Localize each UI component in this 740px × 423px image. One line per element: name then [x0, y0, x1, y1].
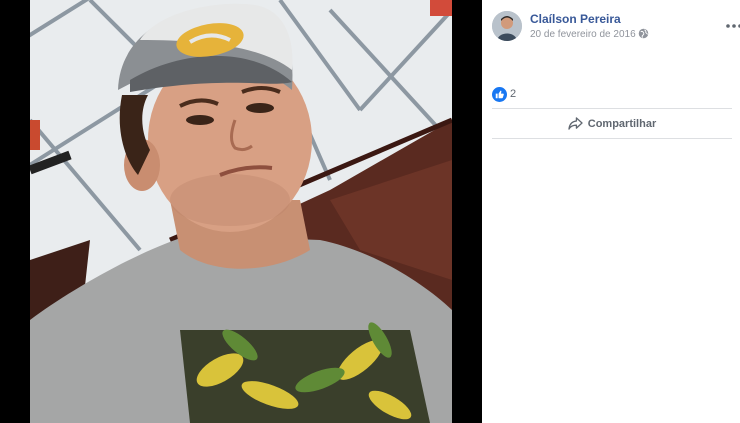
author-name-link[interactable]: Claílson Pereira — [530, 12, 621, 26]
reaction-count: 2 — [510, 88, 517, 100]
share-button[interactable]: Compartilhar — [492, 109, 732, 138]
photo-viewer — [0, 0, 482, 423]
selfie-image — [30, 0, 452, 423]
post-sidebar: Claílson Pereira 20 de fevereiro de 2016… — [482, 0, 740, 423]
like-icon — [492, 87, 507, 102]
more-options-button[interactable] — [724, 16, 740, 36]
post-timestamp[interactable]: 20 de fevereiro de 2016 — [530, 29, 636, 40]
more-options-icon — [726, 24, 740, 28]
share-icon — [568, 117, 583, 130]
divider — [492, 138, 732, 139]
post-header: Claílson Pereira 20 de fevereiro de 2016 — [492, 9, 740, 43]
post-photo[interactable] — [30, 0, 452, 423]
globe-icon — [638, 28, 649, 39]
author-avatar[interactable] — [492, 11, 522, 41]
share-label: Compartilhar — [587, 117, 657, 130]
